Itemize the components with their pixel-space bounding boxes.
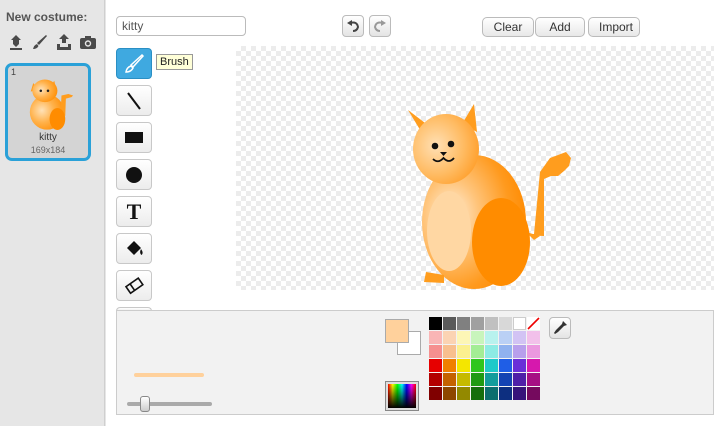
primary-color-swatch[interactable] bbox=[385, 319, 409, 343]
undo-icon bbox=[347, 20, 360, 32]
palette-color-swatch[interactable] bbox=[471, 373, 484, 386]
palette-color-swatch[interactable] bbox=[513, 387, 526, 400]
palette-color-swatch[interactable] bbox=[527, 359, 540, 372]
palette-color-swatch[interactable] bbox=[513, 359, 526, 372]
eyedropper-button[interactable] bbox=[549, 317, 571, 339]
paint-bucket-icon bbox=[127, 240, 143, 255]
palette-color-swatch[interactable] bbox=[429, 359, 442, 372]
palette-color-swatch[interactable] bbox=[457, 317, 470, 330]
palette-color-swatch[interactable] bbox=[429, 331, 442, 344]
eraser-tool[interactable] bbox=[116, 270, 152, 301]
brush-tool[interactable] bbox=[116, 48, 152, 79]
upload-icon[interactable] bbox=[54, 32, 74, 52]
paint-library-icon[interactable] bbox=[6, 32, 26, 52]
palette-color-swatch[interactable] bbox=[499, 359, 512, 372]
brush-icon bbox=[125, 53, 145, 73]
costume-item-kitty[interactable]: 1 kitty 169x184 bbox=[5, 63, 91, 161]
palette-color-swatch[interactable] bbox=[485, 359, 498, 372]
palette-color-swatch[interactable] bbox=[457, 373, 470, 386]
undo-button[interactable] bbox=[342, 15, 364, 37]
palette-color-swatch[interactable] bbox=[527, 331, 540, 344]
palette-color-swatch[interactable] bbox=[429, 373, 442, 386]
costume-name-input[interactable] bbox=[116, 16, 246, 36]
brush-tooltip: Brush bbox=[156, 54, 193, 70]
transparent-color-swatch[interactable] bbox=[527, 317, 540, 330]
add-button[interactable]: Add bbox=[535, 17, 585, 37]
palette-color-swatch[interactable] bbox=[471, 387, 484, 400]
line-width-slider-knob[interactable] bbox=[140, 396, 150, 412]
no-color-icon bbox=[527, 317, 540, 330]
palette-color-swatch[interactable] bbox=[527, 373, 540, 386]
import-button[interactable]: Import bbox=[588, 17, 640, 37]
palette-color-swatch[interactable] bbox=[471, 359, 484, 372]
palette-color-swatch[interactable] bbox=[443, 331, 456, 344]
palette-color-swatch[interactable] bbox=[471, 331, 484, 344]
palette-color-swatch[interactable] bbox=[485, 345, 498, 358]
rectangle-icon bbox=[125, 131, 143, 143]
drawing-canvas[interactable] bbox=[236, 46, 714, 290]
palette-color-swatch[interactable] bbox=[499, 317, 512, 330]
paintbrush-icon[interactable] bbox=[30, 32, 50, 52]
eraser-icon bbox=[124, 276, 144, 294]
eyedropper-icon bbox=[554, 321, 567, 334]
palette-color-swatch[interactable] bbox=[485, 373, 498, 386]
palette-color-swatch[interactable] bbox=[443, 359, 456, 372]
costume-thumbnail bbox=[29, 79, 74, 130]
palette-color-swatch[interactable] bbox=[429, 387, 442, 400]
costume-name: kitty bbox=[39, 132, 57, 143]
new-costume-label: New costume: bbox=[6, 10, 88, 24]
palette-color-swatch[interactable] bbox=[499, 373, 512, 386]
palette-color-swatch[interactable] bbox=[513, 345, 526, 358]
stroke-preview bbox=[134, 373, 204, 377]
line-tool[interactable] bbox=[116, 85, 152, 116]
costume-number: 1 bbox=[11, 67, 17, 77]
palette-color-swatch[interactable] bbox=[443, 345, 456, 358]
brush-options-panel bbox=[116, 310, 714, 415]
ellipse-icon bbox=[126, 166, 142, 183]
palette-color-swatch[interactable] bbox=[513, 373, 526, 386]
line-icon bbox=[127, 91, 141, 110]
new-costume-options bbox=[6, 32, 98, 52]
color-spectrum-button[interactable] bbox=[385, 381, 419, 411]
palette-color-swatch[interactable] bbox=[485, 317, 498, 330]
palette-color-swatch[interactable] bbox=[457, 345, 470, 358]
palette-color-swatch[interactable] bbox=[457, 359, 470, 372]
palette-color-swatch[interactable] bbox=[429, 345, 442, 358]
palette-color-swatch[interactable] bbox=[485, 387, 498, 400]
palette-color-swatch[interactable] bbox=[429, 317, 442, 330]
new-costume-panel: New costume: 1 kitty 169x184 bbox=[0, 0, 105, 426]
costume-size: 169x184 bbox=[30, 145, 66, 155]
palette-color-swatch[interactable] bbox=[485, 331, 498, 344]
clear-button[interactable]: Clear bbox=[482, 17, 534, 37]
redo-button[interactable] bbox=[369, 15, 391, 37]
palette-color-swatch[interactable] bbox=[443, 387, 456, 400]
color-palette bbox=[429, 317, 540, 400]
palette-color-swatch[interactable] bbox=[457, 331, 470, 344]
palette-color-swatch[interactable] bbox=[443, 317, 456, 330]
ellipse-tool[interactable] bbox=[116, 159, 152, 190]
fill-tool[interactable] bbox=[116, 233, 152, 264]
palette-color-swatch[interactable] bbox=[513, 331, 526, 344]
palette-color-swatch[interactable] bbox=[471, 345, 484, 358]
palette-color-swatch[interactable] bbox=[499, 387, 512, 400]
palette-color-swatch[interactable] bbox=[443, 373, 456, 386]
palette-color-swatch[interactable] bbox=[457, 387, 470, 400]
paint-editor: Clear Add Import T Brush bbox=[106, 0, 714, 426]
kitty-drawing bbox=[408, 104, 571, 289]
palette-color-swatch[interactable] bbox=[471, 317, 484, 330]
palette-color-swatch[interactable] bbox=[527, 387, 540, 400]
text-tool[interactable]: T bbox=[116, 196, 152, 227]
palette-color-swatch[interactable] bbox=[513, 317, 526, 330]
palette-color-swatch[interactable] bbox=[499, 345, 512, 358]
redo-icon bbox=[373, 20, 386, 32]
text-icon: T bbox=[126, 198, 142, 224]
palette-color-swatch[interactable] bbox=[499, 331, 512, 344]
camera-icon[interactable] bbox=[78, 32, 98, 52]
palette-color-swatch[interactable] bbox=[527, 345, 540, 358]
rectangle-tool[interactable] bbox=[116, 122, 152, 153]
